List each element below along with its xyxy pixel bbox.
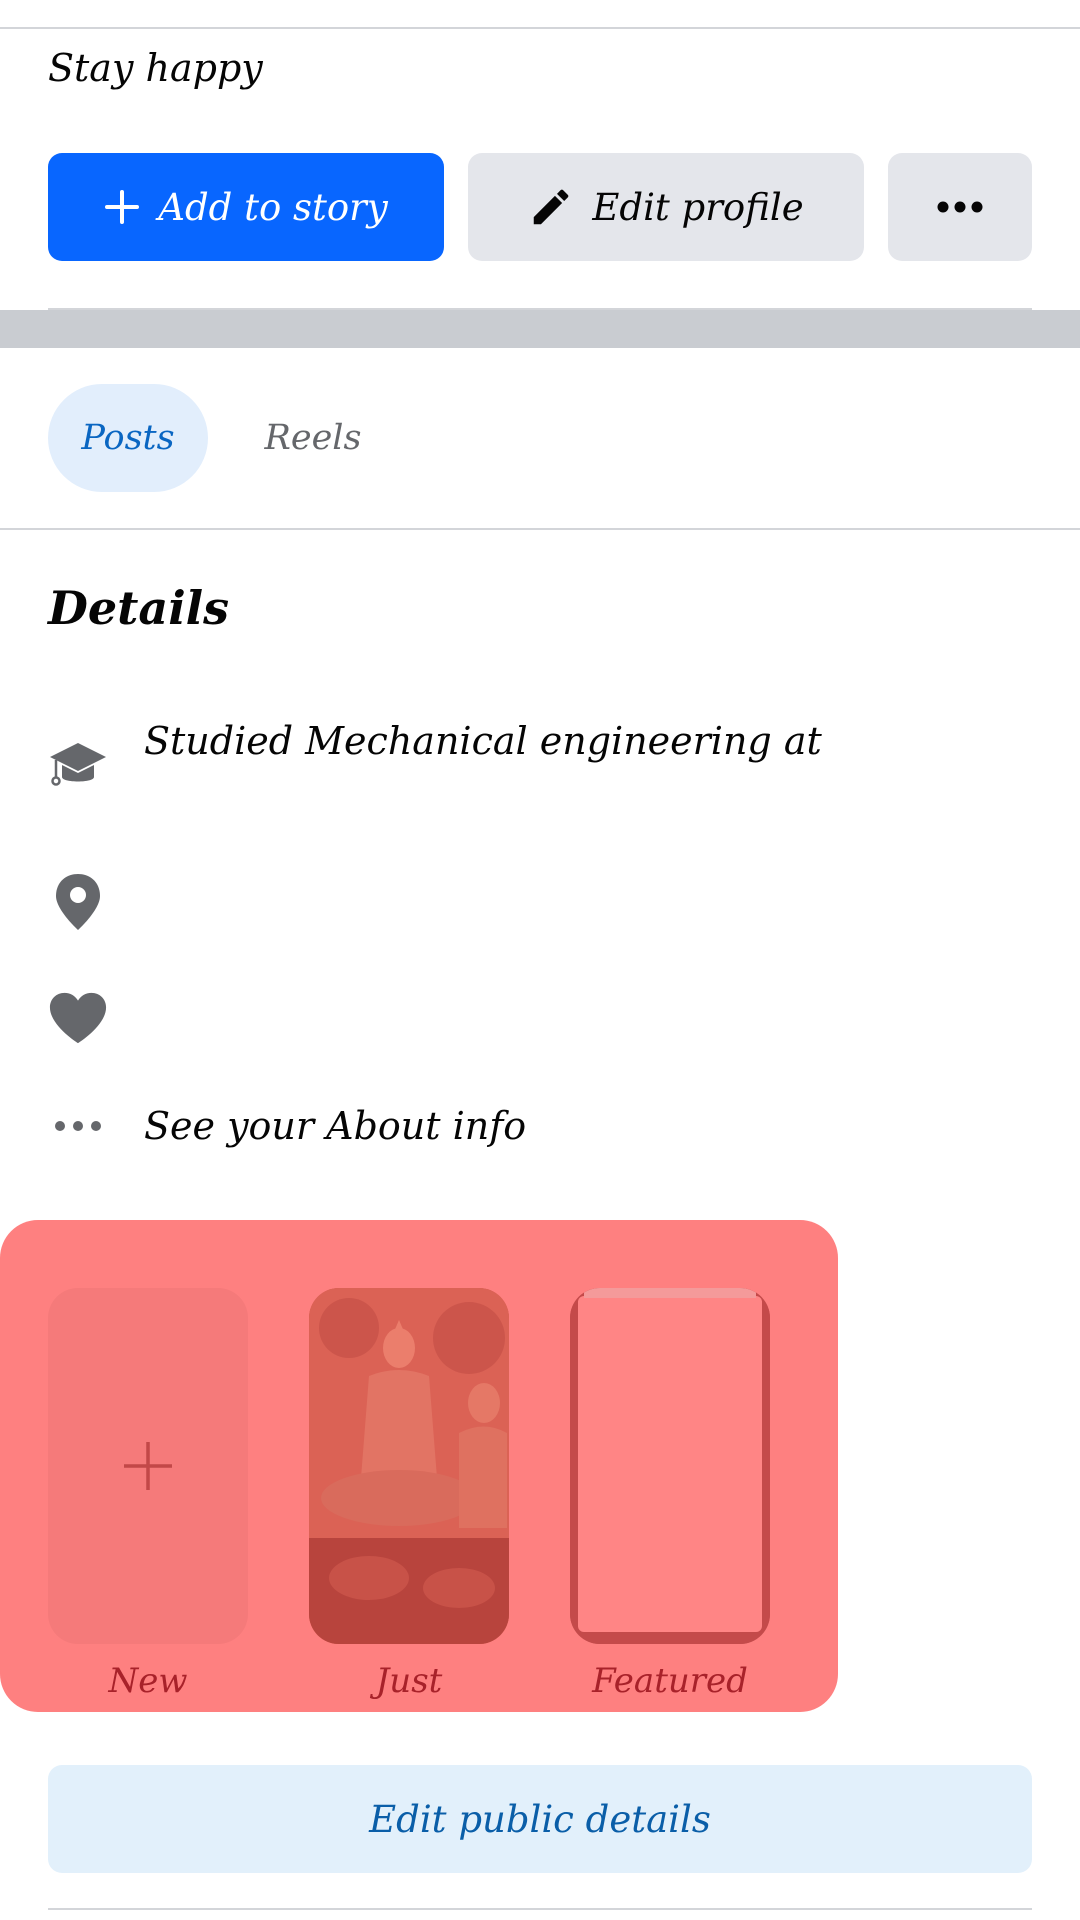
pencil-icon bbox=[534, 189, 569, 225]
tab-posts-label: Posts bbox=[81, 418, 175, 458]
buddha-relief-image bbox=[309, 1288, 509, 1644]
edit-public-details-button[interactable]: Edit public details bbox=[48, 1765, 1032, 1873]
edit-public-details-label: Edit public details bbox=[369, 1797, 711, 1841]
plus-icon bbox=[105, 190, 140, 224]
add-to-story-button[interactable]: Add to story bbox=[48, 153, 444, 261]
edit-profile-button[interactable]: Edit profile bbox=[468, 153, 864, 261]
highlight-featured-tile[interactable] bbox=[570, 1288, 770, 1644]
heart-icon bbox=[48, 988, 108, 1048]
more-options-button[interactable] bbox=[888, 153, 1032, 261]
highlight-just-label: Just bbox=[375, 1661, 443, 1701]
tabs-divider bbox=[0, 528, 1080, 530]
add-to-story-label: Add to story bbox=[158, 185, 388, 229]
details-title: Details bbox=[48, 581, 230, 635]
plus-icon bbox=[124, 1442, 172, 1490]
see-about-info-link[interactable]: See your About info bbox=[144, 1101, 526, 1151]
education-text: Studied Mechanical engineering at bbox=[144, 719, 822, 763]
highlight-new-tile[interactable] bbox=[48, 1288, 248, 1644]
edit-profile-label: Edit profile bbox=[592, 185, 804, 229]
section-separator bbox=[0, 310, 1080, 348]
tab-posts[interactable]: Posts bbox=[48, 384, 208, 492]
highlight-featured-label: Featured bbox=[592, 1661, 748, 1701]
highlight-new-label: New bbox=[108, 1661, 188, 1701]
top-divider bbox=[0, 27, 1080, 29]
graduation-cap-icon bbox=[48, 735, 108, 795]
profile-bio: Stay happy bbox=[48, 46, 263, 90]
tab-reels[interactable]: Reels bbox=[248, 384, 378, 492]
featured-image bbox=[570, 1288, 770, 1644]
highlight-just-tile[interactable] bbox=[309, 1288, 509, 1644]
more-horizontal-icon[interactable] bbox=[48, 1096, 108, 1156]
more-horizontal-icon bbox=[937, 201, 983, 213]
location-pin-icon bbox=[48, 872, 108, 932]
bottom-divider bbox=[48, 1908, 1032, 1910]
tab-reels-label: Reels bbox=[264, 418, 362, 458]
